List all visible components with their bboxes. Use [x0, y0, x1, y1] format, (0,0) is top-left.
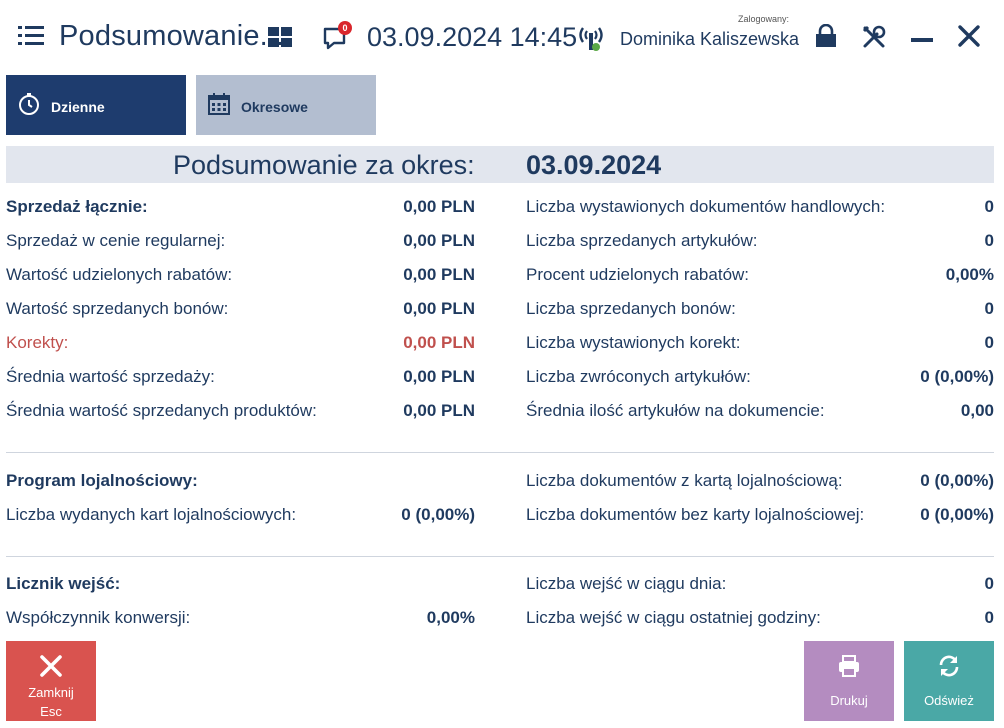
corrections-value: 0,00 PLN [403, 333, 475, 352]
summary-period-date: 03.09.2024 [526, 150, 662, 180]
summary-period-label: Podsumowanie za okres: [173, 150, 475, 180]
docs-without-card-label: Liczba dokumentów bez karty lojalnościow… [526, 505, 865, 524]
returned-items-label: Liczba zwróconych artykułów: [526, 367, 751, 386]
corrections-count-label: Liczba wystawionych korekt: [526, 333, 741, 352]
avg-items-per-doc-value: 0,00 [960, 401, 994, 420]
refresh-icon [939, 655, 959, 677]
vouchers-count-value: 0 [984, 299, 994, 318]
window-title: Podsumowanie... [59, 20, 285, 52]
vouchers-value-value: 0,00 PLN [403, 299, 475, 318]
section-divider [6, 452, 994, 453]
tools-icon[interactable] [861, 24, 887, 50]
refresh-button[interactable]: Odśwież [904, 641, 994, 721]
avg-product-value-value: 0,00 PLN [403, 401, 475, 420]
tab-daily[interactable]: Dzienne [6, 75, 186, 135]
notification-badge: 0 [338, 21, 352, 35]
hour-entries-value: 0 [984, 608, 994, 627]
print-button-label: Drukuj [830, 693, 868, 708]
documents-count-label: Liczba wystawionych dokumentów handlowyc… [526, 197, 886, 216]
loyalty-title: Program lojalnościowy: [6, 471, 198, 490]
summary-header-band [6, 146, 994, 183]
user-name: Dominika Kaliszewska [620, 29, 800, 49]
discount-percent-label: Procent udzielonych rabatów: [526, 265, 750, 284]
discount-percent-value: 0,00% [945, 265, 994, 284]
close-icon [40, 655, 62, 677]
docs-with-card-value: 0 (0,00%) [920, 471, 994, 490]
discounts-value-label: Wartość udzielonych rabatów: [6, 265, 233, 284]
docs-without-card-value: 0 (0,00%) [920, 505, 994, 524]
stopwatch-icon [19, 93, 39, 115]
documents-count-value: 0 [984, 197, 994, 216]
minimize-icon[interactable] [911, 38, 933, 42]
sales-regular-label: Sprzedaż w cenie regularnej: [6, 231, 226, 250]
print-button[interactable]: Drukuj [804, 641, 894, 721]
sales-total-value: 0,00 PLN [403, 197, 475, 216]
daily-entries-label: Liczba wejść w ciągu dnia: [526, 574, 727, 593]
vouchers-count-label: Liczba sprzedanych bonów: [526, 299, 736, 318]
tab-daily-label: Dzienne [51, 99, 105, 115]
conversion-label: Współczynnik konwersji: [6, 608, 191, 627]
conversion-value: 0,00% [426, 608, 475, 627]
close-icon[interactable] [957, 24, 981, 48]
top-bar: Podsumowanie... 0 03.09.2024 14:45 Zalog… [0, 0, 1004, 75]
avg-sale-value: 0,00 PLN [403, 367, 475, 386]
loyalty-cards-label: Liczba wydanych kart lojalnościowych: [6, 505, 297, 524]
lock-icon[interactable] [814, 24, 838, 48]
sales-total-label: Sprzedaż łącznie: [6, 197, 148, 216]
close-button-label: Zamknij [28, 685, 74, 700]
daily-entries-value: 0 [984, 574, 994, 593]
avg-sale-label: Średnia wartość sprzedaży: [6, 367, 215, 386]
close-button-shortcut: Esc [40, 704, 62, 719]
counter-title: Licznik wejść: [6, 574, 121, 593]
tiles-icon[interactable] [268, 27, 292, 47]
close-button[interactable]: Zamknij Esc [6, 641, 96, 721]
refresh-button-label: Odśwież [924, 693, 974, 708]
tab-period[interactable]: Okresowe [196, 75, 376, 135]
vouchers-value-label: Wartość sprzedanych bonów: [6, 299, 229, 318]
corrections-count-value: 0 [984, 333, 994, 352]
logged-in-label: Zalogowany: [738, 14, 790, 24]
returned-items-value: 0 (0,00%) [920, 367, 994, 386]
discounts-value-value: 0,00 PLN [403, 265, 475, 284]
hour-entries-label: Liczba wejść w ciągu ostatniej godziny: [526, 608, 821, 627]
items-sold-label: Liczba sprzedanych artykułów: [526, 231, 758, 250]
avg-product-value-label: Średnia wartość sprzedanych produktów: [6, 401, 317, 420]
calendar-icon [208, 93, 230, 115]
corrections-label: Korekty: [6, 333, 69, 352]
current-datetime: 03.09.2024 14:45 [367, 22, 578, 52]
sales-regular-value: 0,00 PLN [403, 231, 475, 250]
connection-status-icon [579, 27, 603, 51]
avg-items-per-doc-label: Średnia ilość artykułów na dokumencie: [526, 401, 825, 420]
docs-with-card-label: Liczba dokumentów z kartą lojalnościową: [526, 471, 843, 490]
items-sold-value: 0 [984, 231, 994, 250]
printer-icon [839, 655, 859, 677]
menu-icon[interactable] [18, 26, 44, 48]
loyalty-cards-value: 0 (0,00%) [401, 505, 475, 524]
section-divider [6, 556, 994, 557]
tab-period-label: Okresowe [241, 99, 308, 115]
